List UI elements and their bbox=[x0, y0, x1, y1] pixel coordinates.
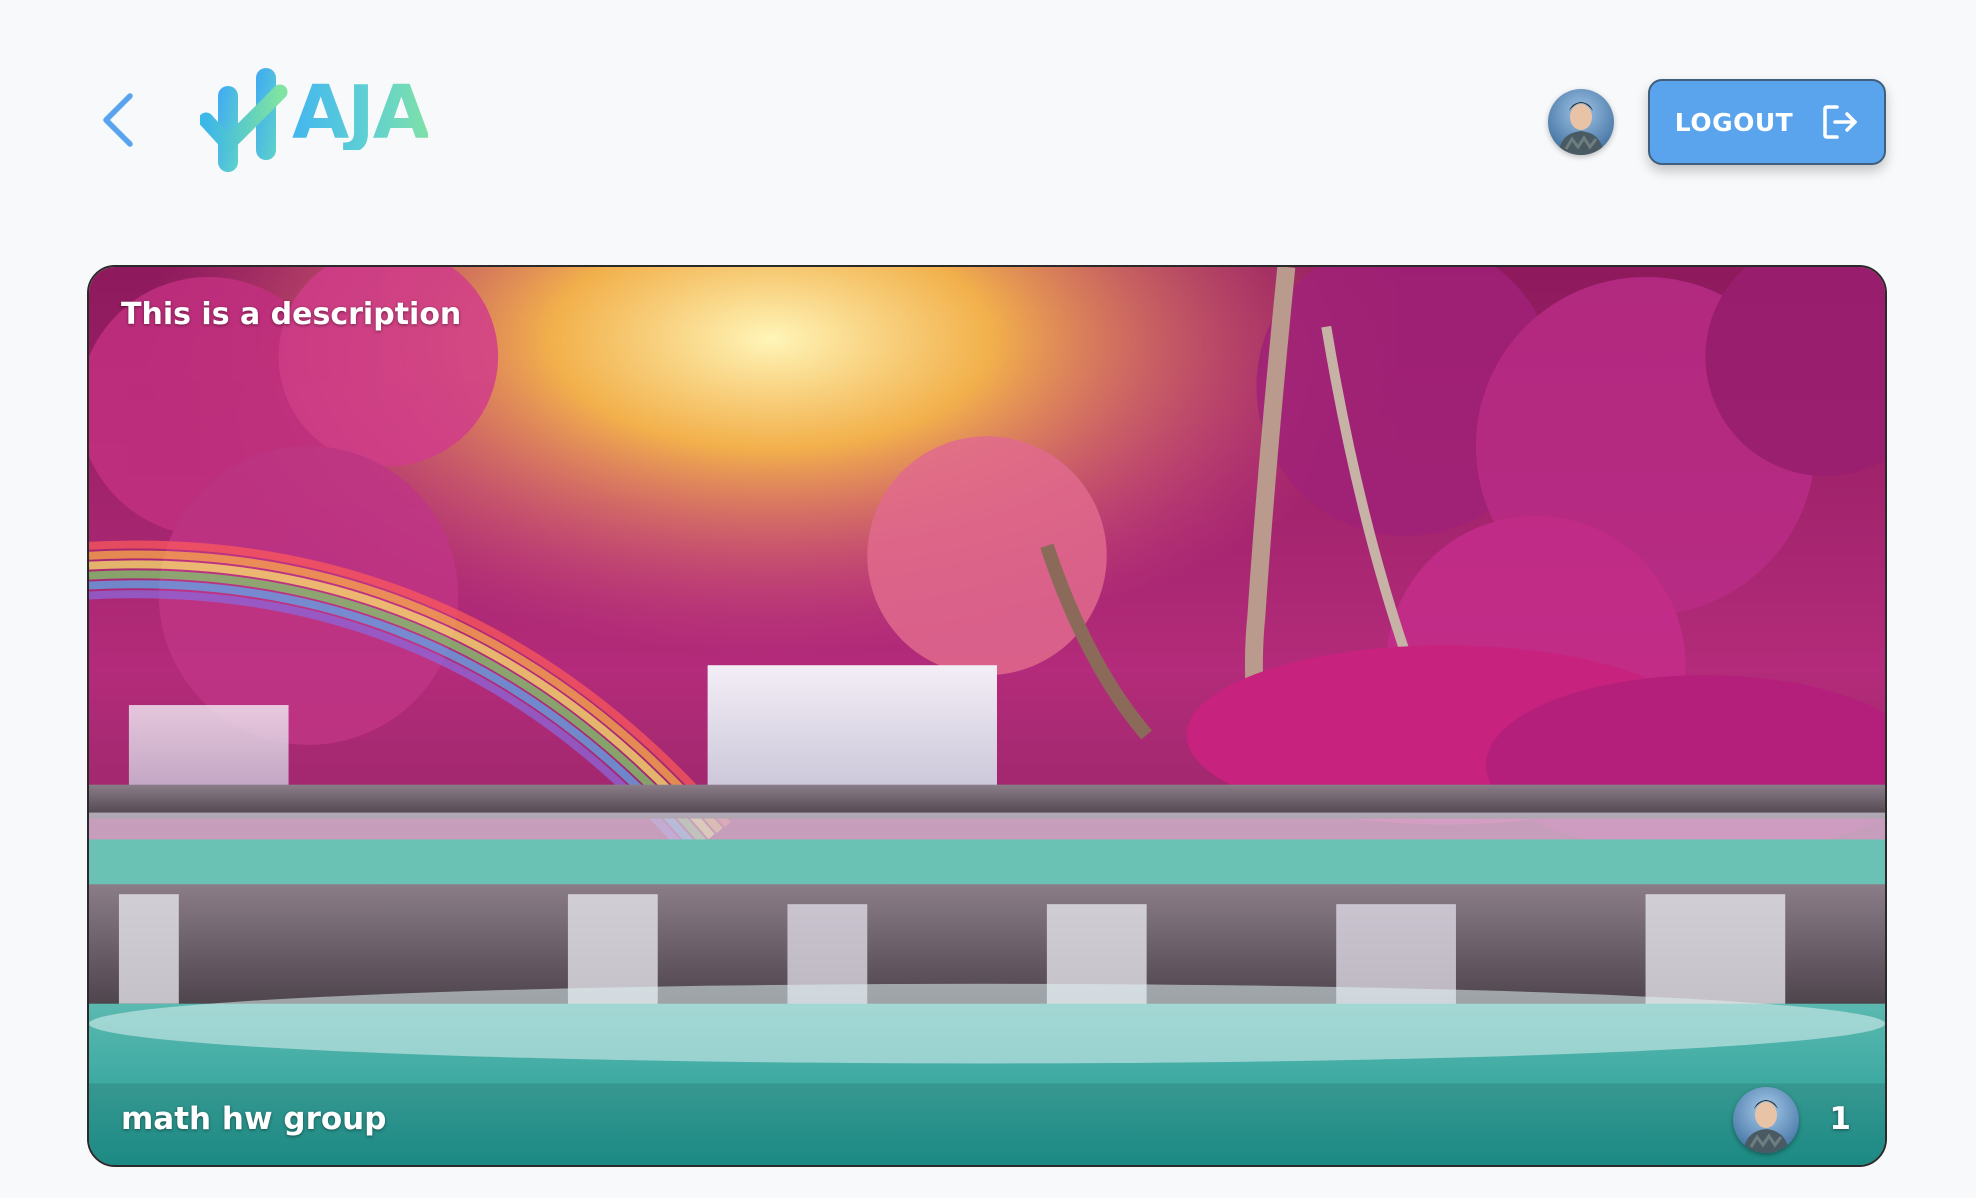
logout-label: LOGOUT bbox=[1674, 107, 1794, 137]
member-avatar-image bbox=[1733, 1087, 1799, 1153]
member-avatar bbox=[1733, 1087, 1799, 1153]
logout-icon bbox=[1823, 105, 1857, 139]
user-avatar-image bbox=[1548, 89, 1614, 155]
check-logo-icon bbox=[200, 68, 288, 172]
group-card[interactable]: This is a description math hw group 1 bbox=[87, 265, 1887, 1167]
app-logo[interactable]: AJA bbox=[200, 62, 450, 182]
user-avatar[interactable] bbox=[1548, 89, 1614, 155]
member-count: 1 bbox=[1829, 1101, 1851, 1137]
group-cover-image bbox=[89, 267, 1885, 1165]
group-title: math hw group bbox=[121, 1101, 387, 1137]
logout-button[interactable]: LOGOUT bbox=[1648, 79, 1886, 165]
chevron-left-icon[interactable] bbox=[96, 88, 144, 152]
group-description: This is a description bbox=[121, 297, 462, 332]
app-header: AJA LOGOUT bbox=[0, 0, 1976, 230]
logo-wordmark: AJA bbox=[292, 70, 430, 156]
